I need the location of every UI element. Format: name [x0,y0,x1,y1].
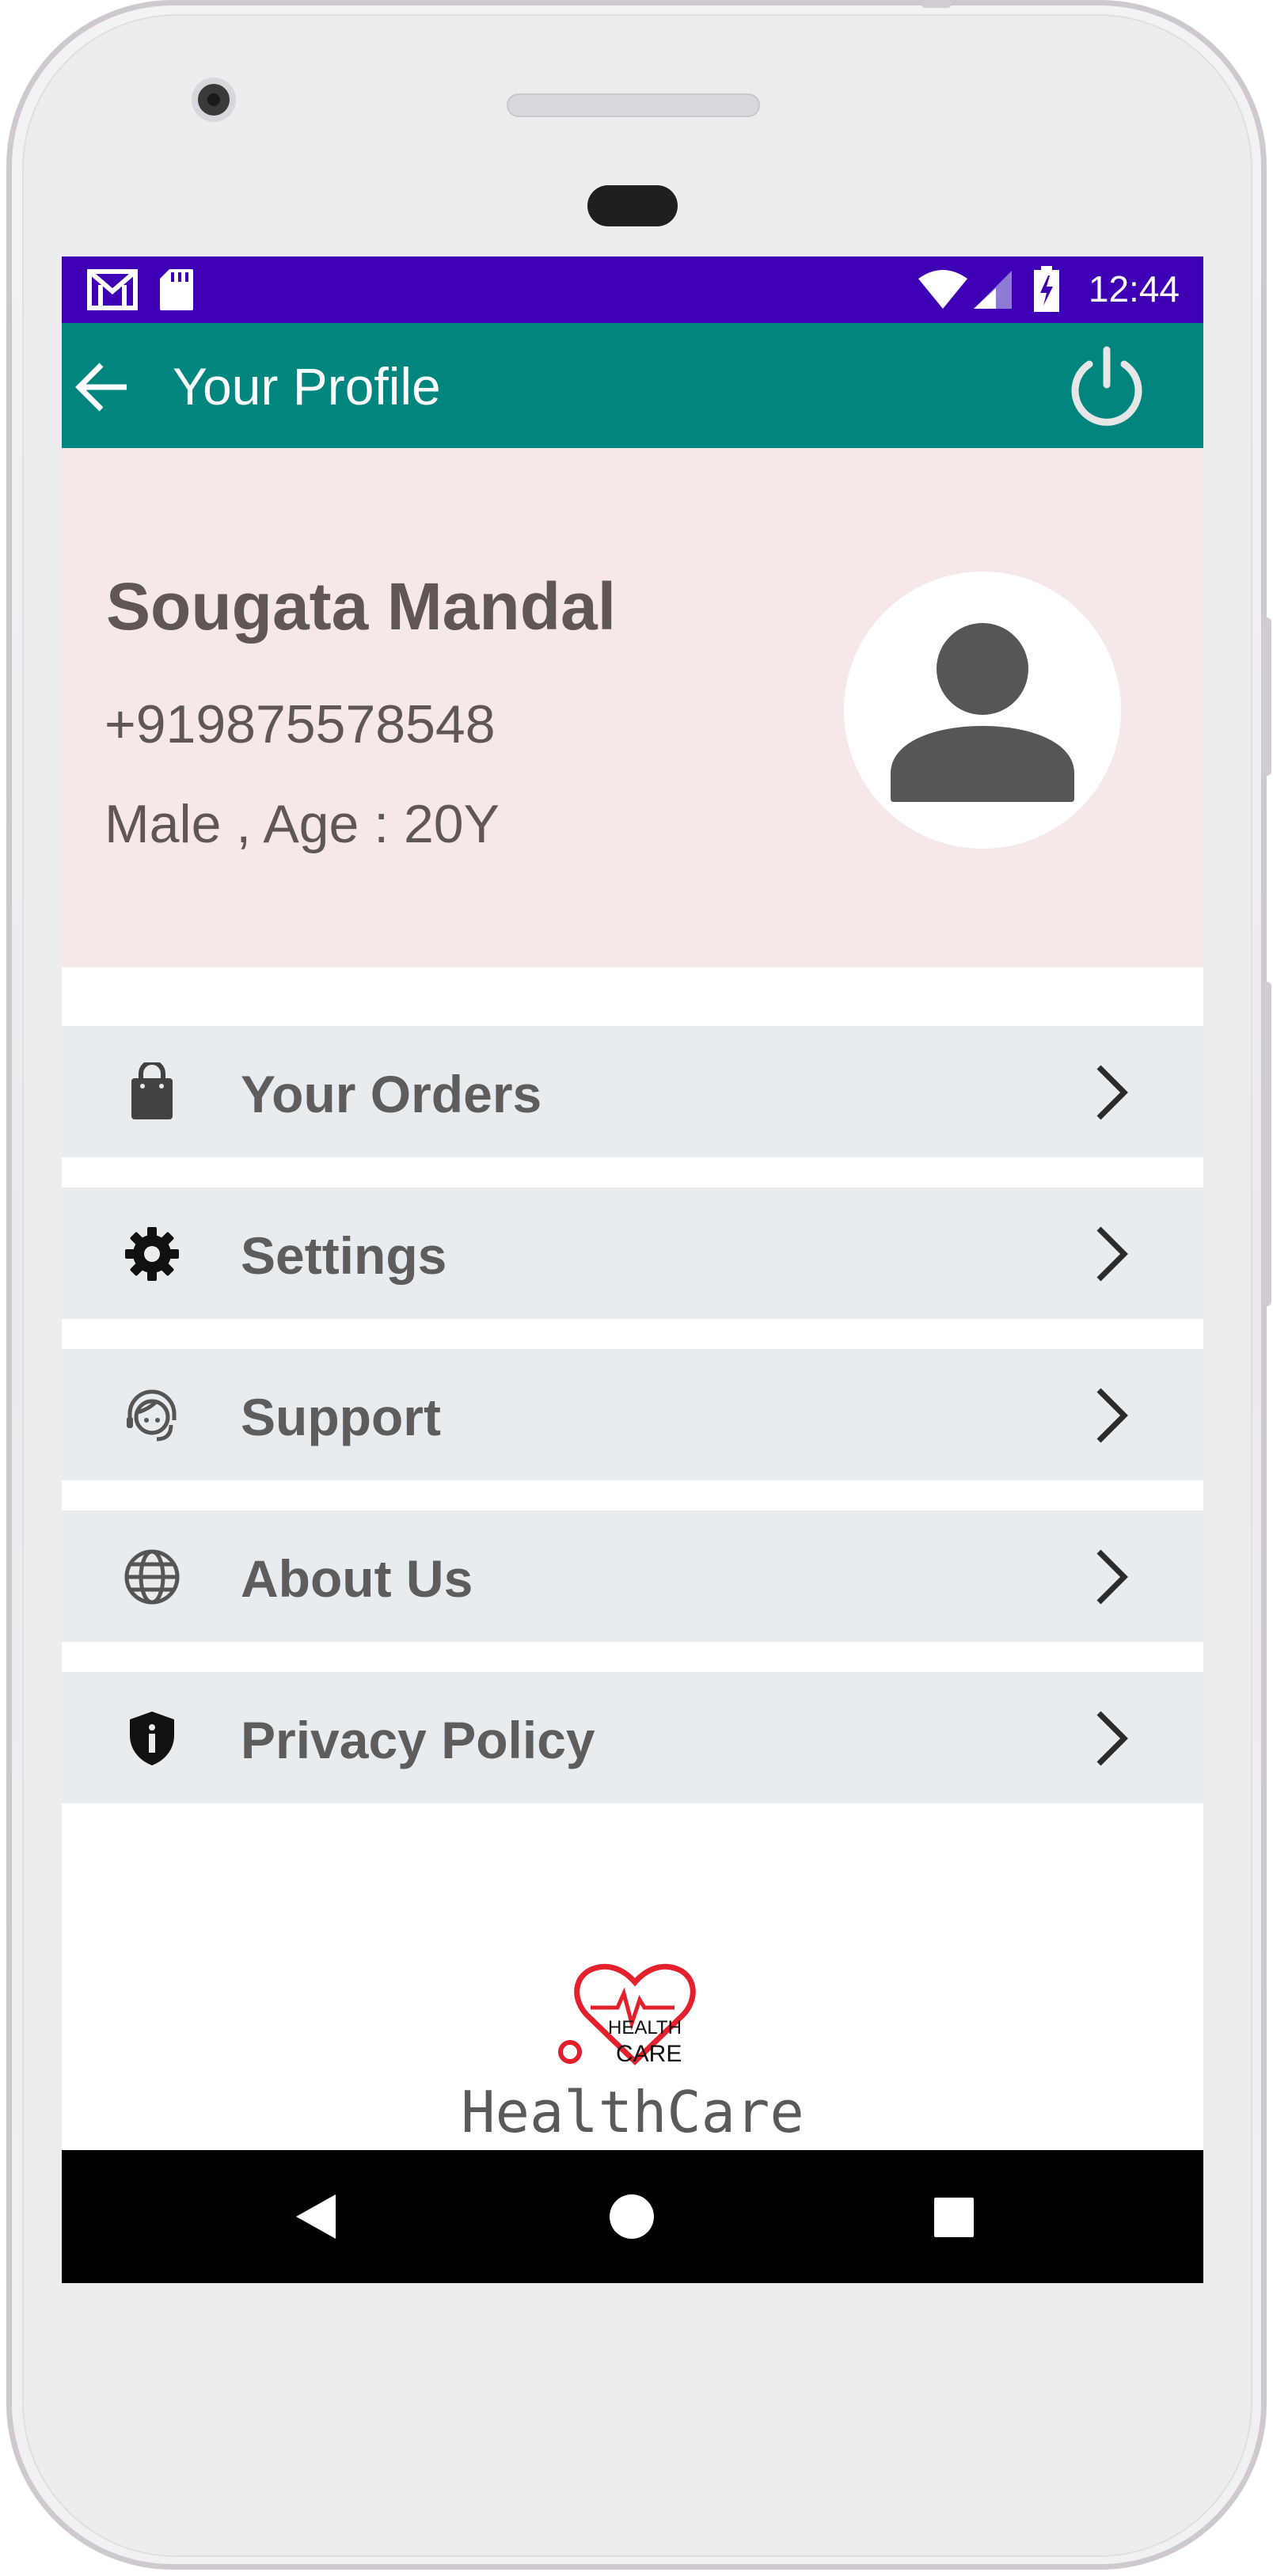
home-circle-icon[interactable] [608,2193,656,2240]
globe-icon [124,1549,180,1605]
app-bar: Your Profile [62,323,1203,448]
menu-label: Settings [241,1226,447,1285]
volume-side-button [1262,982,1271,1306]
menu-item-about-us[interactable]: About Us [62,1510,1203,1642]
menu-label: Support [241,1388,441,1446]
status-bar: 12:44 [62,256,1203,323]
proximity-sensor [587,185,678,226]
avatar[interactable] [844,572,1121,849]
wifi-icon [918,270,967,309]
power-icon[interactable] [1062,344,1151,432]
menu-item-support[interactable]: Support [62,1349,1203,1480]
user-name: Sougata Mandal [106,569,617,644]
healthcare-logo: HEALTH CARE [556,1959,714,2077]
arrow-left-icon[interactable] [74,359,130,415]
top-edge-button [922,0,952,8]
menu-label: Your Orders [241,1065,542,1123]
camera-lens [207,93,220,106]
navigation-bar [62,2150,1203,2283]
chevron-right-icon [1096,1549,1128,1605]
shopping-bag-icon [131,1062,173,1119]
user-details: Male , Age : 20Y [104,794,500,854]
signal-icon [974,271,1012,309]
logo-text-care: CARE [616,2041,682,2067]
menu-label: Privacy Policy [241,1711,595,1769]
menu-item-your-orders[interactable]: Your Orders [62,1026,1203,1157]
person-icon [891,623,1074,802]
menu-item-privacy-policy[interactable]: Privacy Policy [62,1672,1203,1803]
shield-info-icon [130,1712,174,1765]
menu-label: About Us [241,1549,473,1608]
menu-item-settings[interactable]: Settings [62,1187,1203,1319]
footer-brand: HealthCare [461,2079,804,2145]
user-phone: +919875578548 [104,694,496,754]
status-time: 12:44 [1088,268,1180,310]
page-title: Your Profile [173,357,441,416]
screen: 12:44 Your Profile Sougata Mandal +91987… [62,256,1203,2283]
power-side-button [1262,617,1271,776]
gear-icon [125,1227,179,1281]
profile-card: Sougata Mandal +919875578548 Male , Age … [62,448,1203,967]
back-triangle-icon[interactable] [291,2191,339,2242]
recents-square-icon[interactable] [933,2196,975,2239]
logo-text-health: HEALTH [608,2017,682,2038]
chevron-right-icon [1096,1065,1128,1120]
battery-charging-icon [1034,266,1059,312]
support-agent-icon [127,1389,177,1442]
chevron-right-icon [1096,1711,1128,1766]
earpiece-speaker [507,93,760,117]
chevron-right-icon [1096,1388,1128,1443]
gmail-icon [87,269,138,310]
chevron-right-icon [1096,1226,1128,1282]
sd-card-icon [160,269,193,310]
